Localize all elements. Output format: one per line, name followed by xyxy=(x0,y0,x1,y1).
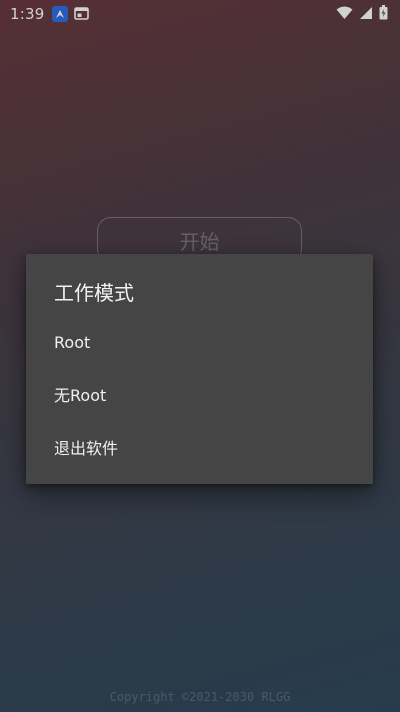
option-exit-app[interactable]: 退出软件 xyxy=(26,422,373,475)
app-screen: 1:39 开始 Copyright ©2021-2030 RLGG 工作模式 R… xyxy=(0,0,400,712)
option-no-root[interactable]: 无Root xyxy=(26,369,373,422)
dialog-title: 工作模式 xyxy=(54,281,134,305)
option-root[interactable]: Root xyxy=(26,316,373,369)
dialog-options: Root 无Root 退出软件 xyxy=(26,316,373,475)
work-mode-dialog: 工作模式 Root 无Root 退出软件 xyxy=(26,254,373,484)
